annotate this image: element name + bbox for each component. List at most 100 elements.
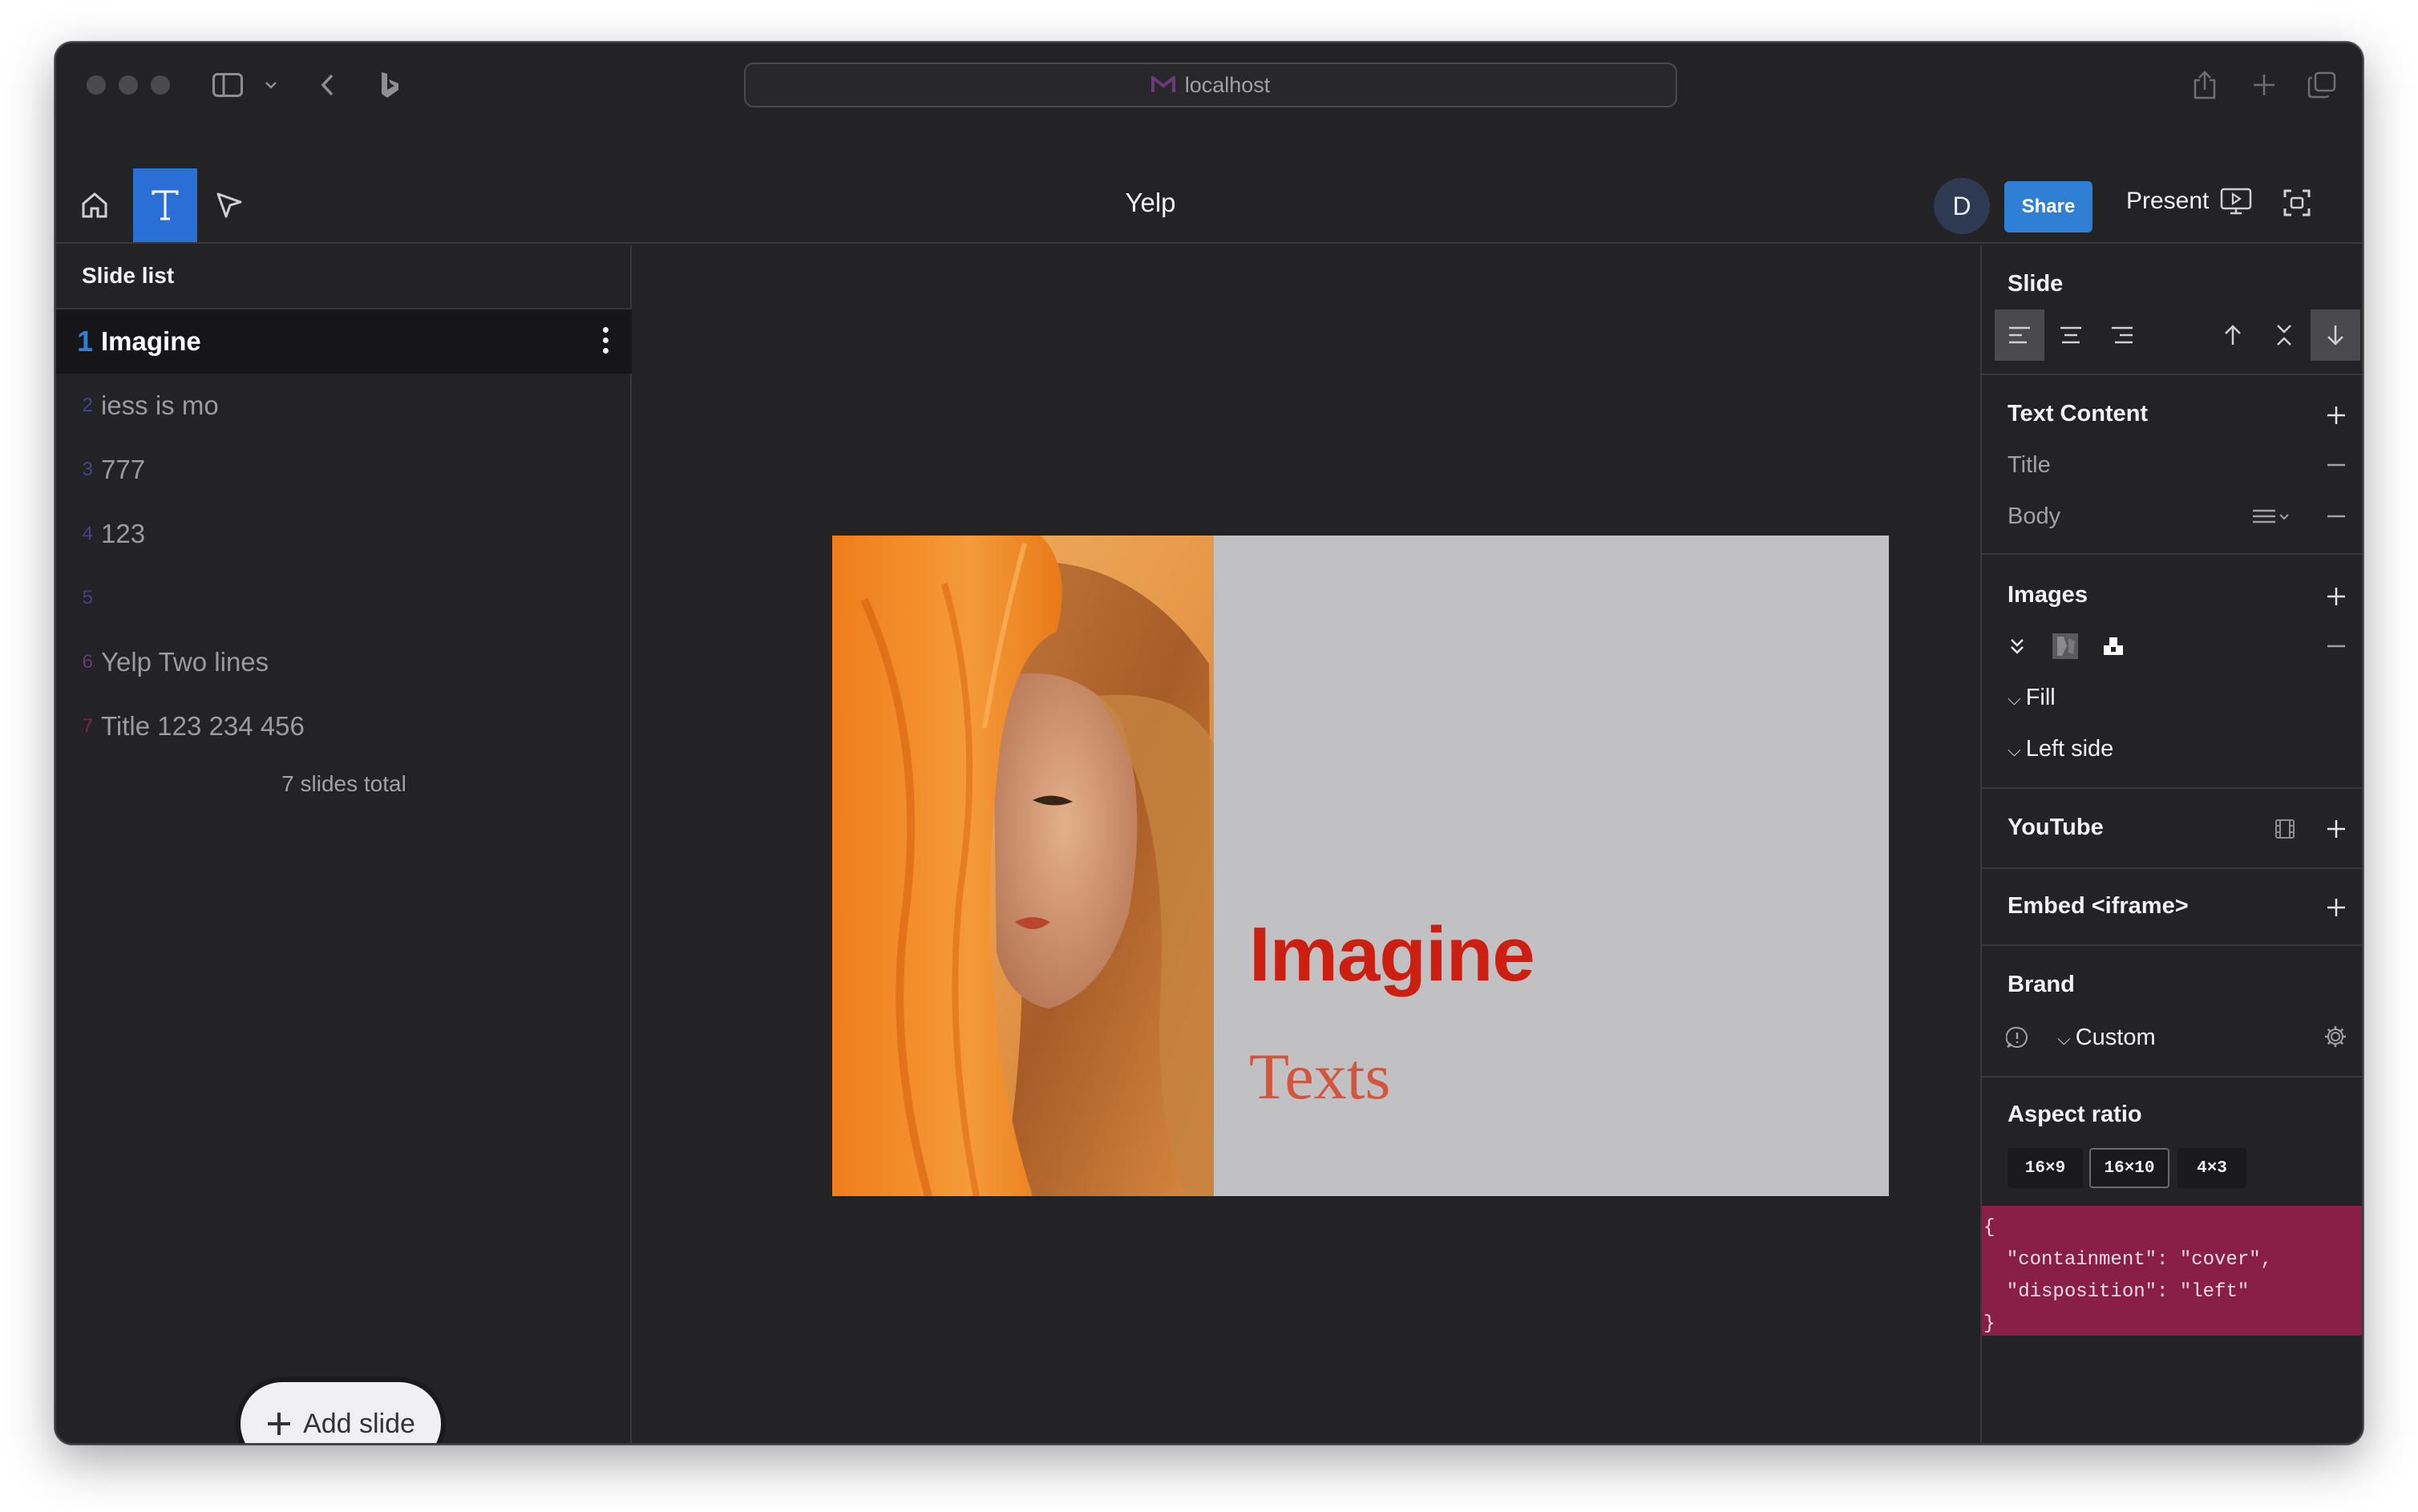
brand-title: Brand xyxy=(2008,972,2075,997)
slide-list-item[interactable]: 1 Imagine xyxy=(56,309,632,374)
brand-info-icon[interactable] xyxy=(2004,1025,2030,1050)
film-icon[interactable] xyxy=(2272,816,2298,842)
slide-list-panel: Slide list 1 Imagine 2 iess is mo 3 777 … xyxy=(56,245,632,1443)
divider xyxy=(1982,374,2362,375)
left-side-dropdown[interactable]: ⌵ Left side xyxy=(2008,736,2113,762)
present-button[interactable]: Present xyxy=(2126,188,2252,215)
slide-title-text[interactable]: Imagine xyxy=(1249,911,1535,999)
remove-title-icon[interactable] xyxy=(2323,452,2349,478)
title-bar: localhost xyxy=(56,43,2362,123)
home-icon xyxy=(82,192,107,218)
chevron-down-icon[interactable] xyxy=(261,67,281,103)
slide-list-item[interactable]: 2 iess is mo xyxy=(56,374,632,438)
back-icon[interactable] xyxy=(311,67,343,103)
align-center-button[interactable] xyxy=(2046,309,2096,361)
slide-number: 1 xyxy=(76,325,93,358)
fullscreen-focus-icon[interactable] xyxy=(2283,189,2311,220)
fill-label: Fill xyxy=(2025,685,2056,710)
aspect-16x10-button[interactable]: 16×10 xyxy=(2089,1148,2169,1188)
document-title[interactable]: Yelp xyxy=(1018,188,1283,218)
slide-list-item[interactable]: 5 xyxy=(56,566,632,630)
brand-value: Custom xyxy=(2075,1025,2156,1050)
new-tab-icon[interactable] xyxy=(2246,67,2282,103)
presentation-icon xyxy=(2221,188,2252,215)
slide-number: 7 xyxy=(82,715,93,737)
slides-total-count: 7 slides total xyxy=(281,771,406,796)
close-window-button[interactable] xyxy=(87,75,106,95)
body-row[interactable]: Body xyxy=(2008,503,2060,530)
text-tool-icon xyxy=(152,190,179,220)
divider xyxy=(1982,944,2362,946)
select-tool-button[interactable] xyxy=(197,168,261,242)
slide-number: 3 xyxy=(82,459,93,480)
sidebar-toggle-icon[interactable] xyxy=(210,67,245,103)
slide-list-item[interactable]: 4 123 xyxy=(56,502,632,566)
slide-label: Yelp Two lines xyxy=(101,647,269,677)
aspect-ratio-title: Aspect ratio xyxy=(2008,1102,2142,1127)
align-top-button[interactable] xyxy=(2208,309,2258,361)
align-bottom-button[interactable] xyxy=(2311,309,2360,361)
add-slide-button[interactable]: Add slide xyxy=(241,1382,441,1443)
images-title: Images xyxy=(2008,582,2088,608)
gear-icon[interactable] xyxy=(2322,1023,2349,1050)
image-position-icon[interactable] xyxy=(2099,632,2128,661)
image-thumbnail-icon[interactable] xyxy=(2051,632,2080,661)
brand-dropdown[interactable]: ⌵ Custom xyxy=(2057,1025,2156,1051)
left-side-label: Left side xyxy=(2025,736,2114,762)
avatar[interactable]: D xyxy=(1934,178,1990,234)
remove-body-icon[interactable] xyxy=(2323,503,2349,529)
slide-number: 5 xyxy=(82,587,93,608)
title-row[interactable]: Title xyxy=(2008,452,2051,479)
aspect-16x9-button[interactable]: 16×9 xyxy=(2008,1148,2083,1188)
slide-image[interactable] xyxy=(832,536,1214,1196)
cursor-icon xyxy=(216,192,242,218)
slide-number: 2 xyxy=(82,394,93,416)
inspector-panel: Slide Text Content Title Body Images ⌵ F… xyxy=(1980,245,2362,1443)
align-right-icon xyxy=(2112,326,2133,344)
slide-label: iess is mo xyxy=(101,390,219,420)
slide-canvas[interactable]: Imagine Texts xyxy=(633,245,1980,1443)
slide-list-title: Slide list xyxy=(82,263,175,288)
image-config-json: { "containment": "cover", "disposition":… xyxy=(1982,1206,2362,1336)
slide-number: 6 xyxy=(82,651,93,673)
remove-image-icon[interactable] xyxy=(2323,633,2349,659)
bing-icon[interactable] xyxy=(374,67,406,103)
divider xyxy=(1982,787,2362,789)
align-right-button[interactable] xyxy=(2097,309,2147,361)
share-button[interactable]: Share xyxy=(2004,181,2092,232)
align-left-button[interactable] xyxy=(1995,309,2044,361)
add-youtube-icon[interactable] xyxy=(2323,816,2349,842)
address-bar[interactable]: localhost xyxy=(744,63,1677,107)
align-left-icon xyxy=(2009,326,2030,344)
collapse-images-icon[interactable] xyxy=(2004,633,2030,659)
home-button[interactable] xyxy=(63,168,127,242)
app-toolbar: Yelp D Share Present xyxy=(56,123,2362,244)
share-page-icon[interactable] xyxy=(2187,67,2222,103)
browser-window: localhost Yelp D Share Present Slide lis… xyxy=(55,42,2363,1445)
align-middle-icon xyxy=(2277,325,2291,346)
align-middle-button[interactable] xyxy=(2259,309,2309,361)
slide-list-item[interactable]: 7 Title 123 234 456 xyxy=(56,694,632,758)
url-text: localhost xyxy=(1184,72,1271,97)
fill-dropdown[interactable]: ⌵ Fill xyxy=(2008,685,2056,711)
slide-section-title: Slide xyxy=(2008,271,2064,297)
slide-body-text[interactable]: Texts xyxy=(1249,1039,1390,1114)
divider xyxy=(1982,867,2362,869)
plus-icon xyxy=(268,1413,291,1435)
aspect-4x3-button[interactable]: 4×3 xyxy=(2177,1148,2246,1188)
zoom-window-button[interactable] xyxy=(151,75,170,95)
minimize-window-button[interactable] xyxy=(119,75,138,95)
more-options-icon[interactable] xyxy=(603,327,609,354)
add-embed-icon[interactable] xyxy=(2323,895,2349,920)
text-tool-button[interactable] xyxy=(133,168,197,242)
slide-list-item[interactable]: 3 777 xyxy=(56,438,632,502)
tab-overview-icon[interactable] xyxy=(2304,67,2339,103)
slide-label: Imagine xyxy=(101,326,201,356)
divider xyxy=(1982,553,2362,555)
slide-preview[interactable]: Imagine Texts xyxy=(832,536,1889,1196)
list-format-icon[interactable] xyxy=(2250,503,2295,529)
slide-list-item[interactable]: 6 Yelp Two lines xyxy=(56,630,632,694)
add-text-icon[interactable] xyxy=(2323,402,2349,428)
add-image-icon[interactable] xyxy=(2323,584,2349,609)
slide-number: 4 xyxy=(82,523,93,544)
